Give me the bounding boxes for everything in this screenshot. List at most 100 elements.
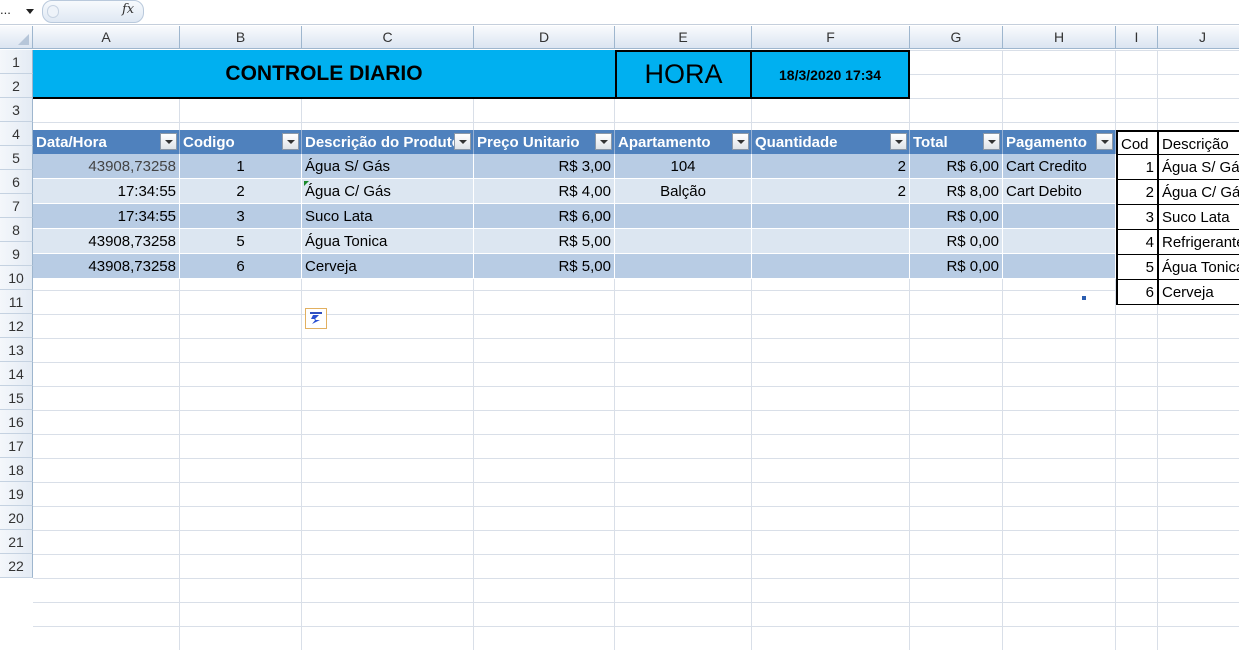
table-cell[interactable]: 2 bbox=[752, 154, 910, 179]
table-cell[interactable] bbox=[752, 204, 910, 229]
row-header-12[interactable]: 12 bbox=[0, 314, 33, 338]
table-cell[interactable]: R$ 5,00 bbox=[474, 229, 615, 254]
row-header-3[interactable]: 3 bbox=[0, 98, 33, 122]
row-header-21[interactable]: 21 bbox=[0, 530, 33, 554]
table-cell[interactable] bbox=[615, 229, 752, 254]
table-cell[interactable]: Cart Debito bbox=[1003, 179, 1116, 204]
column-header-c[interactable]: C bbox=[302, 26, 474, 49]
row-header-9[interactable]: 9 bbox=[0, 242, 33, 266]
lookup-header-descricao[interactable]: Descrição bbox=[1159, 130, 1239, 155]
filter-dropdown-icon[interactable] bbox=[454, 133, 471, 150]
table-cell[interactable] bbox=[615, 254, 752, 279]
table-cell[interactable]: R$ 0,00 bbox=[910, 229, 1003, 254]
filter-dropdown-icon[interactable] bbox=[282, 133, 299, 150]
title-banner[interactable]: CONTROLE DIARIO bbox=[33, 50, 615, 99]
table-header-0[interactable]: Data/Hora bbox=[33, 130, 180, 155]
column-header-a[interactable]: A bbox=[33, 26, 180, 49]
name-box[interactable]: ... bbox=[0, 2, 11, 17]
lookup-desc-cell[interactable]: Cerveja bbox=[1159, 280, 1239, 305]
row-header-11[interactable]: 11 bbox=[0, 290, 33, 314]
name-box-dropdown-icon[interactable] bbox=[26, 9, 34, 14]
column-header-b[interactable]: B bbox=[180, 26, 302, 49]
row-header-13[interactable]: 13 bbox=[0, 338, 33, 362]
lookup-desc-cell[interactable]: Água S/ Gás bbox=[1159, 155, 1239, 180]
filter-dropdown-icon[interactable] bbox=[983, 133, 1000, 150]
table-cell[interactable]: 104 bbox=[615, 154, 752, 179]
lookup-cod-cell[interactable]: 3 bbox=[1116, 205, 1159, 230]
table-cell[interactable]: Cerveja bbox=[302, 254, 474, 279]
table-cell[interactable]: 6 bbox=[180, 254, 302, 279]
row-header-16[interactable]: 16 bbox=[0, 410, 33, 434]
table-header-7[interactable]: Pagamento bbox=[1003, 130, 1116, 155]
table-header-3[interactable]: Preço Unitario bbox=[474, 130, 615, 155]
lookup-cod-cell[interactable]: 2 bbox=[1116, 180, 1159, 205]
lookup-header-cod[interactable]: Cod bbox=[1116, 130, 1159, 155]
row-header-17[interactable]: 17 bbox=[0, 434, 33, 458]
row-header-20[interactable]: 20 bbox=[0, 506, 33, 530]
lookup-cod-cell[interactable]: 4 bbox=[1116, 230, 1159, 255]
row-header-10[interactable]: 10 bbox=[0, 266, 33, 290]
lookup-cod-cell[interactable]: 6 bbox=[1116, 280, 1159, 305]
insert-function-icon[interactable]: fx bbox=[122, 2, 134, 17]
lookup-desc-cell[interactable]: Suco Lata bbox=[1159, 205, 1239, 230]
filter-dropdown-icon[interactable] bbox=[890, 133, 907, 150]
column-header-i[interactable]: I bbox=[1116, 26, 1158, 49]
table-cell[interactable] bbox=[752, 229, 910, 254]
row-header-1[interactable]: 1 bbox=[0, 50, 33, 74]
table-header-4[interactable]: Apartamento bbox=[615, 130, 752, 155]
table-cell[interactable]: 5 bbox=[180, 229, 302, 254]
column-header-e[interactable]: E bbox=[615, 26, 752, 49]
table-header-6[interactable]: Total bbox=[910, 130, 1003, 155]
table-cell[interactable] bbox=[752, 254, 910, 279]
table-cell[interactable] bbox=[1003, 204, 1116, 229]
table-cell[interactable]: R$ 0,00 bbox=[910, 254, 1003, 279]
row-header-15[interactable]: 15 bbox=[0, 386, 33, 410]
table-cell[interactable]: Água C/ Gás bbox=[302, 179, 474, 204]
hora-label[interactable]: HORA bbox=[615, 50, 752, 99]
table-cell[interactable] bbox=[1003, 229, 1116, 254]
table-cell[interactable]: 3 bbox=[180, 204, 302, 229]
table-cell[interactable]: 43908,73258 bbox=[33, 229, 180, 254]
error-indicator-icon[interactable] bbox=[304, 181, 309, 186]
filter-dropdown-icon[interactable] bbox=[160, 133, 177, 150]
table-cell[interactable]: R$ 6,00 bbox=[474, 204, 615, 229]
row-header-18[interactable]: 18 bbox=[0, 458, 33, 482]
table-cell[interactable]: 2 bbox=[752, 179, 910, 204]
table-cell[interactable]: R$ 5,00 bbox=[474, 254, 615, 279]
table-header-2[interactable]: Descrição do Produto bbox=[302, 130, 474, 155]
table-cell[interactable]: 2 bbox=[180, 179, 302, 204]
column-header-j[interactable]: J bbox=[1158, 26, 1239, 49]
column-header-d[interactable]: D bbox=[474, 26, 615, 49]
filter-dropdown-icon[interactable] bbox=[595, 133, 612, 150]
lookup-desc-cell[interactable]: Água Tonica bbox=[1159, 255, 1239, 280]
column-header-f[interactable]: F bbox=[752, 26, 910, 49]
row-header-14[interactable]: 14 bbox=[0, 362, 33, 386]
hora-value[interactable]: 18/3/2020 17:34 bbox=[752, 50, 910, 99]
column-header-h[interactable]: H bbox=[1003, 26, 1116, 49]
table-cell[interactable]: R$ 4,00 bbox=[474, 179, 615, 204]
table-header-1[interactable]: Codigo bbox=[180, 130, 302, 155]
lookup-desc-cell[interactable]: Água C/ Gás bbox=[1159, 180, 1239, 205]
table-cell[interactable]: Água Tonica bbox=[302, 229, 474, 254]
table-cell[interactable]: Água S/ Gás bbox=[302, 154, 474, 179]
table-cell[interactable]: R$ 6,00 bbox=[910, 154, 1003, 179]
row-header-4[interactable]: 4 bbox=[0, 122, 33, 146]
row-header-19[interactable]: 19 bbox=[0, 482, 33, 506]
filter-dropdown-icon[interactable] bbox=[1096, 133, 1113, 150]
table-cell[interactable]: Suco Lata bbox=[302, 204, 474, 229]
select-all-button[interactable] bbox=[0, 26, 33, 49]
lookup-desc-cell[interactable]: Refrigerante bbox=[1159, 230, 1239, 255]
table-cell[interactable]: R$ 3,00 bbox=[474, 154, 615, 179]
paste-options-icon[interactable] bbox=[305, 308, 327, 329]
lookup-cod-cell[interactable]: 5 bbox=[1116, 255, 1159, 280]
table-header-5[interactable]: Quantidade bbox=[752, 130, 910, 155]
row-header-2[interactable]: 2 bbox=[0, 74, 33, 98]
table-resize-handle[interactable] bbox=[1082, 296, 1086, 300]
lookup-cod-cell[interactable]: 1 bbox=[1116, 155, 1159, 180]
row-header-8[interactable]: 8 bbox=[0, 218, 33, 242]
row-header-6[interactable]: 6 bbox=[0, 170, 33, 194]
cell-area[interactable]: CONTROLE DIARIO HORA 18/3/2020 17:34 Dat… bbox=[33, 50, 1239, 650]
row-header-7[interactable]: 7 bbox=[0, 194, 33, 218]
table-cell[interactable] bbox=[615, 204, 752, 229]
table-cell[interactable]: R$ 8,00 bbox=[910, 179, 1003, 204]
